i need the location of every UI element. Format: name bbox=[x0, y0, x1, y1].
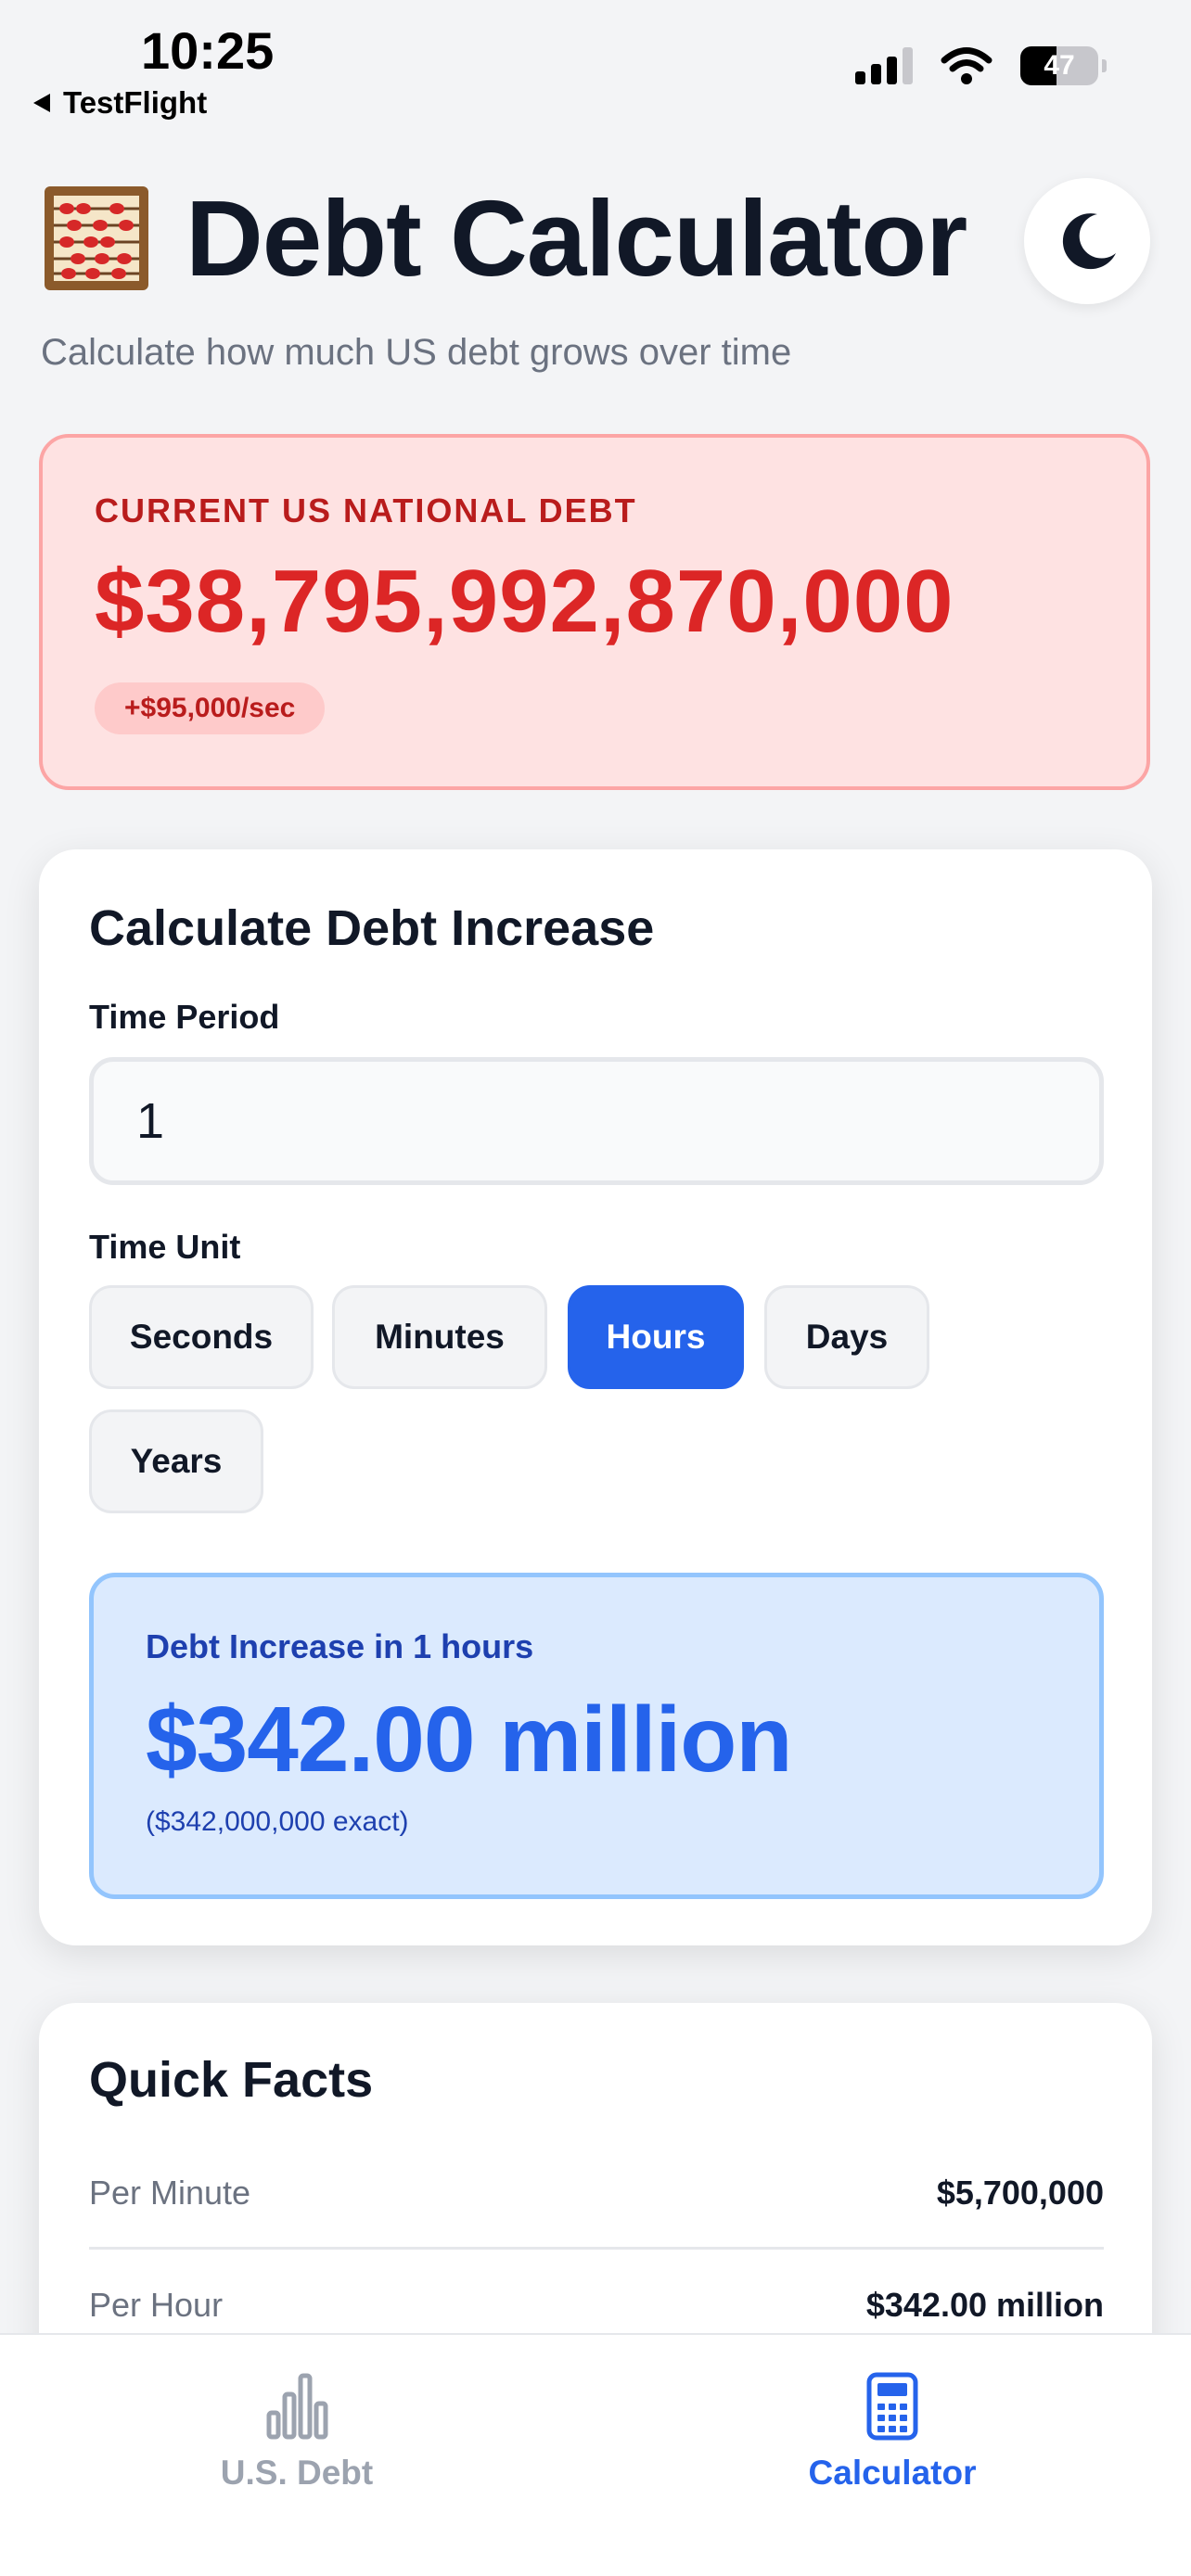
current-debt-card: CURRENT US NATIONAL DEBT $38,795,992,870… bbox=[39, 434, 1150, 790]
result-label: Debt Increase in 1 hours bbox=[146, 1627, 534, 1665]
fact-label: Per Minute bbox=[89, 2173, 251, 2212]
debt-rate-badge: +$95,000/sec bbox=[95, 682, 326, 734]
time-unit-label: Time Unit bbox=[89, 1228, 241, 1266]
unit-years-button[interactable]: Years bbox=[89, 1409, 263, 1513]
back-label: TestFlight bbox=[63, 85, 208, 120]
fact-value: $342.00 million bbox=[865, 2286, 1104, 2324]
unit-seconds-button[interactable]: Seconds bbox=[89, 1285, 314, 1389]
dark-mode-toggle-button[interactable] bbox=[1024, 178, 1150, 304]
abacus-icon bbox=[45, 186, 148, 290]
battery-percent: 47 bbox=[1044, 50, 1075, 81]
page-header: Debt Calculator bbox=[41, 176, 1150, 304]
current-debt-label: CURRENT US NATIONAL DEBT bbox=[95, 491, 637, 529]
title-row: Debt Calculator bbox=[41, 176, 1150, 300]
tab-label: Calculator bbox=[808, 2454, 977, 2492]
fact-value: $5,700,000 bbox=[936, 2173, 1104, 2212]
battery-icon: 47 bbox=[1020, 46, 1107, 85]
page-title: Debt Calculator bbox=[186, 178, 967, 299]
quick-facts-title: Quick Facts bbox=[89, 2052, 374, 2108]
unit-days-button[interactable]: Days bbox=[764, 1285, 929, 1389]
unit-minutes-button[interactable]: Minutes bbox=[332, 1285, 547, 1389]
status-icons: 47 bbox=[855, 46, 1107, 85]
status-time: 10:25 bbox=[141, 21, 275, 80]
result-value: $342.00 million bbox=[146, 1688, 792, 1792]
fact-row-per-minute: Per Minute $5,700,000 bbox=[89, 2138, 1104, 2250]
calculator-icon bbox=[866, 2372, 918, 2441]
bottom-tab-bar: U.S. Debt Calculator bbox=[0, 2333, 1191, 2576]
calculator-title: Calculate Debt Increase bbox=[89, 900, 655, 956]
page-subtitle: Calculate how much US debt grows over ti… bbox=[41, 332, 792, 373]
fact-label: Per Hour bbox=[89, 2286, 224, 2324]
current-debt-value: $38,795,992,870,000 bbox=[95, 552, 954, 651]
unit-hours-button[interactable]: Hours bbox=[568, 1285, 744, 1389]
tab-us-debt[interactable]: U.S. Debt bbox=[111, 2372, 482, 2493]
time-period-input[interactable] bbox=[89, 1057, 1104, 1185]
result-exact-value: ($342,000,000 exact) bbox=[146, 1806, 409, 1837]
back-to-testflight-link[interactable]: TestFlight bbox=[33, 85, 207, 121]
tab-calculator[interactable]: Calculator bbox=[707, 2372, 1078, 2493]
calculator-card: Calculate Debt Increase Time Period Time… bbox=[39, 849, 1152, 1945]
back-arrow-icon bbox=[33, 94, 50, 112]
time-period-label: Time Period bbox=[89, 998, 280, 1036]
cellular-signal-icon bbox=[855, 47, 913, 84]
moon-icon bbox=[1062, 213, 1116, 270]
bar-chart-icon bbox=[266, 2373, 328, 2440]
app-screen: 10:25 TestFlight 47 Debt Calculator Calc… bbox=[0, 0, 1191, 2576]
tab-label: U.S. Debt bbox=[220, 2454, 374, 2492]
wifi-icon bbox=[941, 47, 992, 84]
result-box: Debt Increase in 1 hours $342.00 million… bbox=[89, 1573, 1104, 1899]
